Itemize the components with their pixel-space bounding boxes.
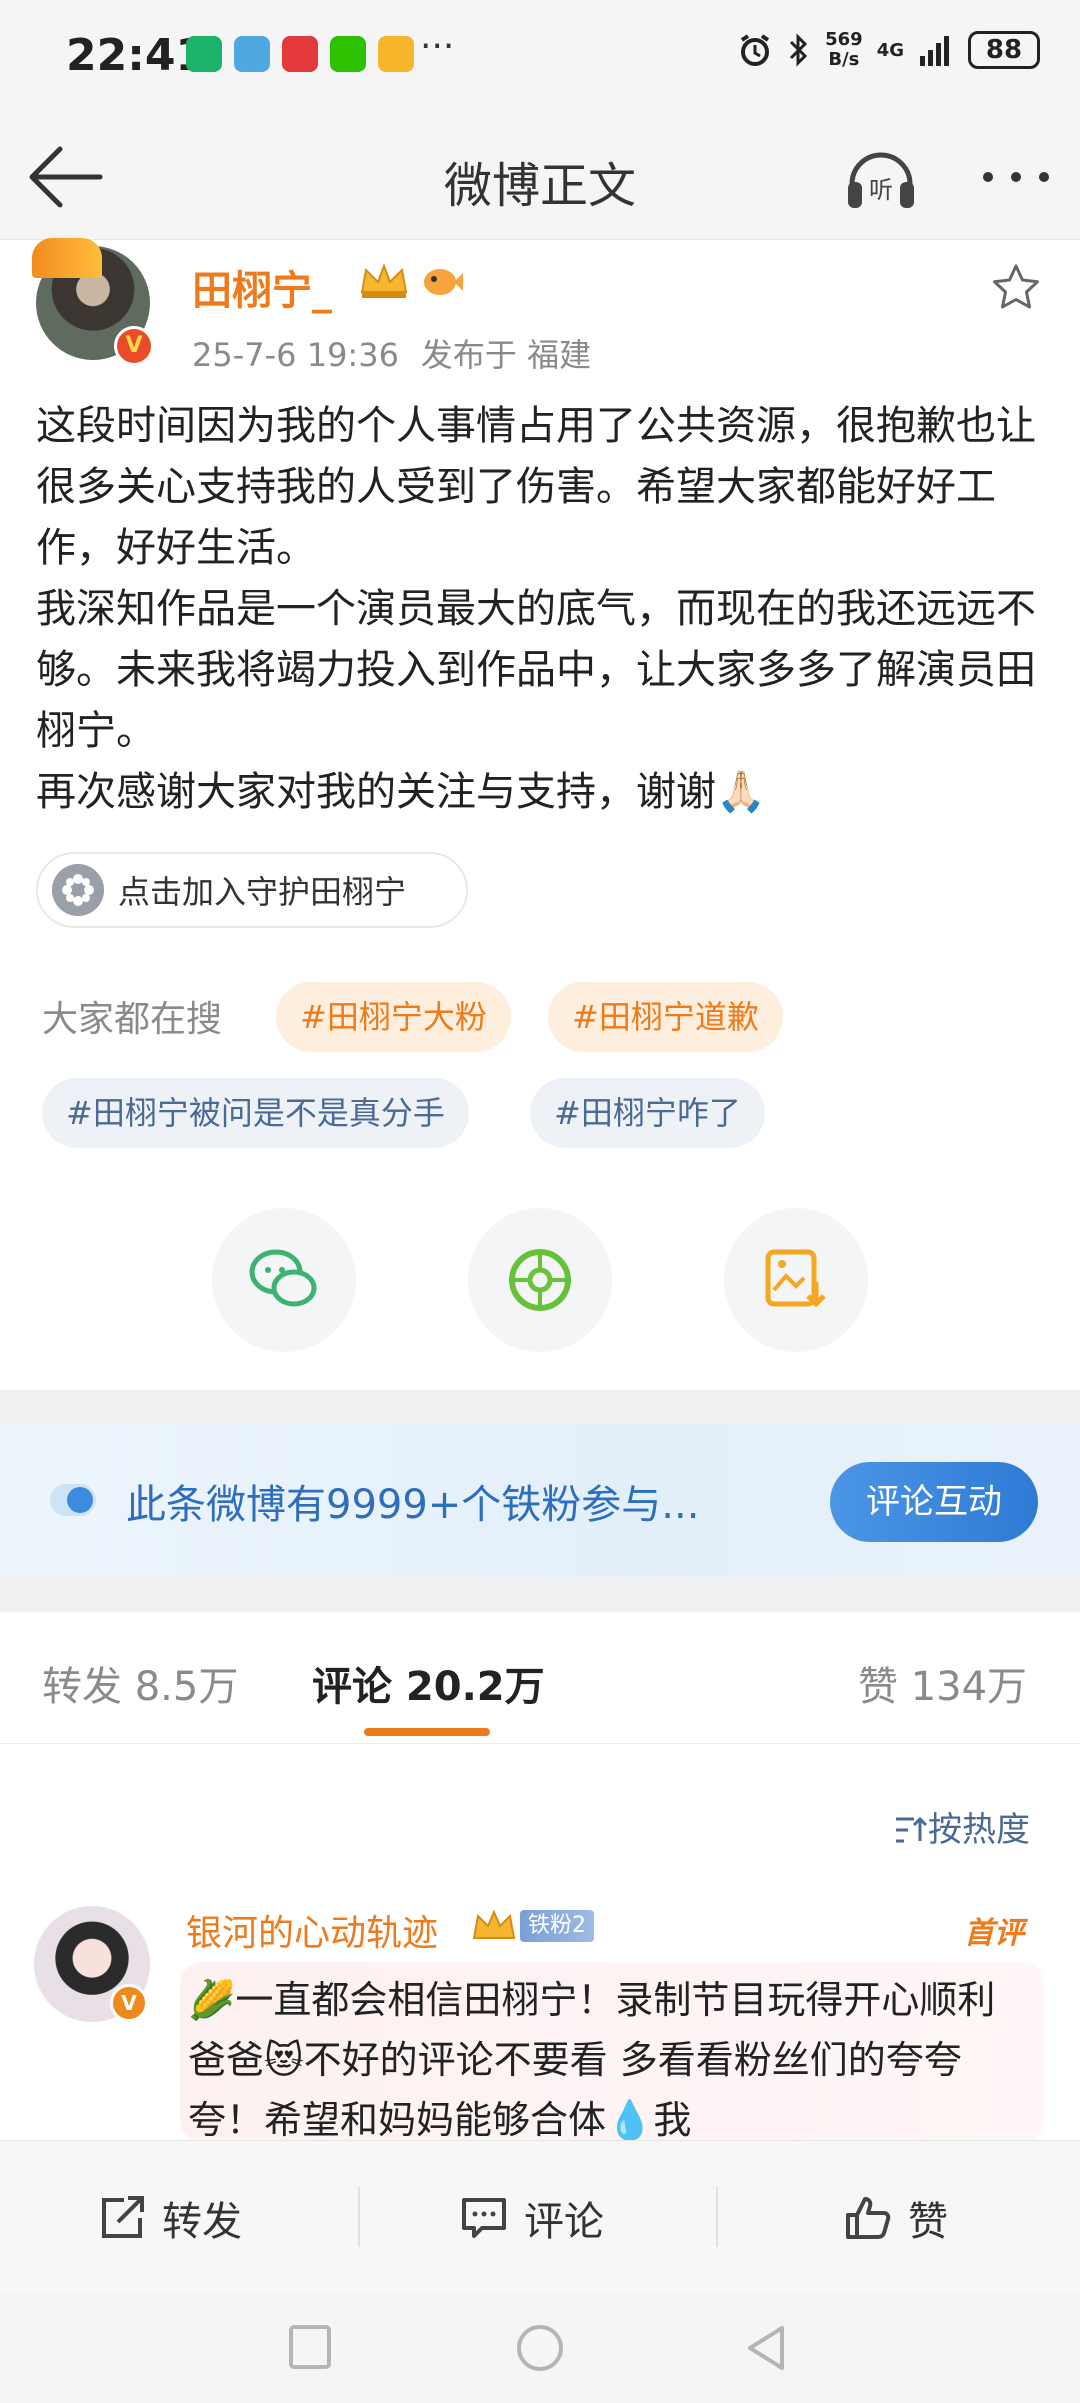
sort-by-hot-button[interactable]: 按热度 [894,1802,1030,1851]
recent-apps-icon[interactable] [288,2324,332,2370]
fan-level-badge: 铁粉2 [520,1910,594,1942]
wechat-icon [330,36,366,72]
avatar-frame-decoration [32,238,102,278]
more-options-icon[interactable] [976,152,1056,202]
post-action-bar: 转发 评论 赞 [0,2140,1080,2292]
tab-reposts[interactable]: 转发 8.5万 [42,1654,238,1712]
verified-badge-icon: V [114,326,154,366]
back-nav-icon[interactable] [744,2324,788,2372]
join-guard-label: 点击加入守护田栩宁 [118,873,407,911]
trending-tag[interactable]: #田栩宁道歉 [548,982,783,1052]
post-paragraph: 我深知作品是一个演员最大的底气，而现在的我还远远不够。未来我将竭力投入到作品中，… [36,586,1036,754]
svg-text:听: 听 [869,176,893,204]
system-nav-bar [0,2292,1080,2403]
favorite-star-icon[interactable] [990,262,1042,314]
alarm-icon [740,34,770,66]
join-guard-button[interactable]: 点击加入守护田栩宁 [36,852,468,928]
repost-button[interactable]: 转发 [98,2189,242,2247]
repost-icon [102,2196,144,2238]
post-body: 这段时间因为我的个人事情占用了公共资源，很抱歉也让很多关心支持我的人受到了伤害。… [36,396,1046,823]
active-tab-indicator [364,1728,490,1736]
crown-badge-icon[interactable] [358,262,410,302]
action-divider [358,2187,360,2247]
home-icon[interactable] [516,2324,564,2372]
post-meta: 25-7-6 19:36 发布于 福建 [192,330,591,376]
comment-label: 评论 [524,2199,604,2245]
action-divider [716,2187,718,2247]
commenter-name[interactable]: 银河的心动轨迹 [186,1904,438,1956]
weibo-icon [378,36,414,72]
post-paragraph: 再次感谢大家对我的关注与支持，谢谢🙏🏻 [36,769,766,815]
fans-toggle-icon [50,1484,96,1516]
bluetooth-icon [790,33,808,67]
trending-tag[interactable]: #田栩宁被问是不是真分手 [42,1078,469,1148]
comment-button[interactable]: 评论 [460,2189,604,2247]
huawei-icon [282,36,318,72]
author-avatar[interactable]: V [32,238,156,366]
like-button[interactable]: 赞 [844,2189,948,2247]
wechat-icon [249,1249,317,1307]
signal-icon [920,36,949,66]
post-paragraph: 这段时间因为我的个人事情占用了公共资源，很抱歉也让很多关心支持我的人受到了伤害。… [36,403,1036,571]
fans-banner[interactable]: 此条微博有9999+个铁粉参与... 评论互动 [0,1424,1080,1576]
thumbs-up-icon [846,2197,891,2239]
network-speed: 569 B/s [825,29,863,70]
section-divider [0,1390,1080,1424]
title-bar: 微博正文 听 [0,112,1080,240]
share-moments-button[interactable] [468,1208,612,1352]
listen-headphones-icon[interactable]: 听 [842,138,920,216]
save-image-button[interactable] [724,1208,868,1352]
interaction-tabs: 转发 8.5万 评论 20.2万 赞 134万 [0,1612,1080,1744]
fans-banner-text: 此条微博有9999+个铁粉参与... [126,1482,700,1528]
commenter-verified-icon: V [110,1984,148,2022]
first-comment-badge: 首评 [964,1916,1024,1951]
comment-icon [462,2198,506,2238]
app-notification-icon [186,36,222,72]
comment-interact-button[interactable]: 评论互动 [830,1462,1038,1542]
guard-flower-icon [52,864,104,916]
trending-tag[interactable]: #田栩宁大粉 [276,982,511,1052]
repost-label: 转发 [162,2199,242,2245]
network-type: 4G [876,39,904,61]
tab-comments[interactable]: 评论 20.2万 [312,1654,545,1712]
sort-label: 按热度 [928,1810,1030,1850]
tab-likes[interactable]: 赞 134万 [858,1654,1027,1712]
section-divider [0,1576,1080,1612]
share-wechat-button[interactable] [212,1208,356,1352]
sort-icon [896,1816,928,1843]
trending-tag[interactable]: #田栩宁咋了 [530,1078,765,1148]
system-indicators: 569 B/s 4G 88 [737,30,1040,70]
like-label: 赞 [908,2199,948,2245]
post-timestamp: 25-7-6 19:36 [192,336,399,374]
more-notifications-icon: ··· [420,26,455,67]
author-name[interactable]: 田栩宁_ [192,258,332,316]
notification-icons [186,36,414,72]
comment-text[interactable]: 🌽一直都会相信田栩宁！录制节目玩得开心顺利爸爸😻不好的评论不要看 多看看粉丝们的… [188,1970,1032,2140]
fish-badge-icon[interactable] [420,262,464,302]
save-image-icon [765,1249,826,1308]
post-location: 发布于 福建 [420,336,592,374]
moments-icon [509,1249,571,1311]
battery-indicator: 88 [968,31,1040,69]
status-bar: 22:41 ··· 569 B/s 4G 88 [0,0,1080,112]
trending-label: 大家都在搜 [42,999,223,1040]
app-notification-icon [234,36,270,72]
